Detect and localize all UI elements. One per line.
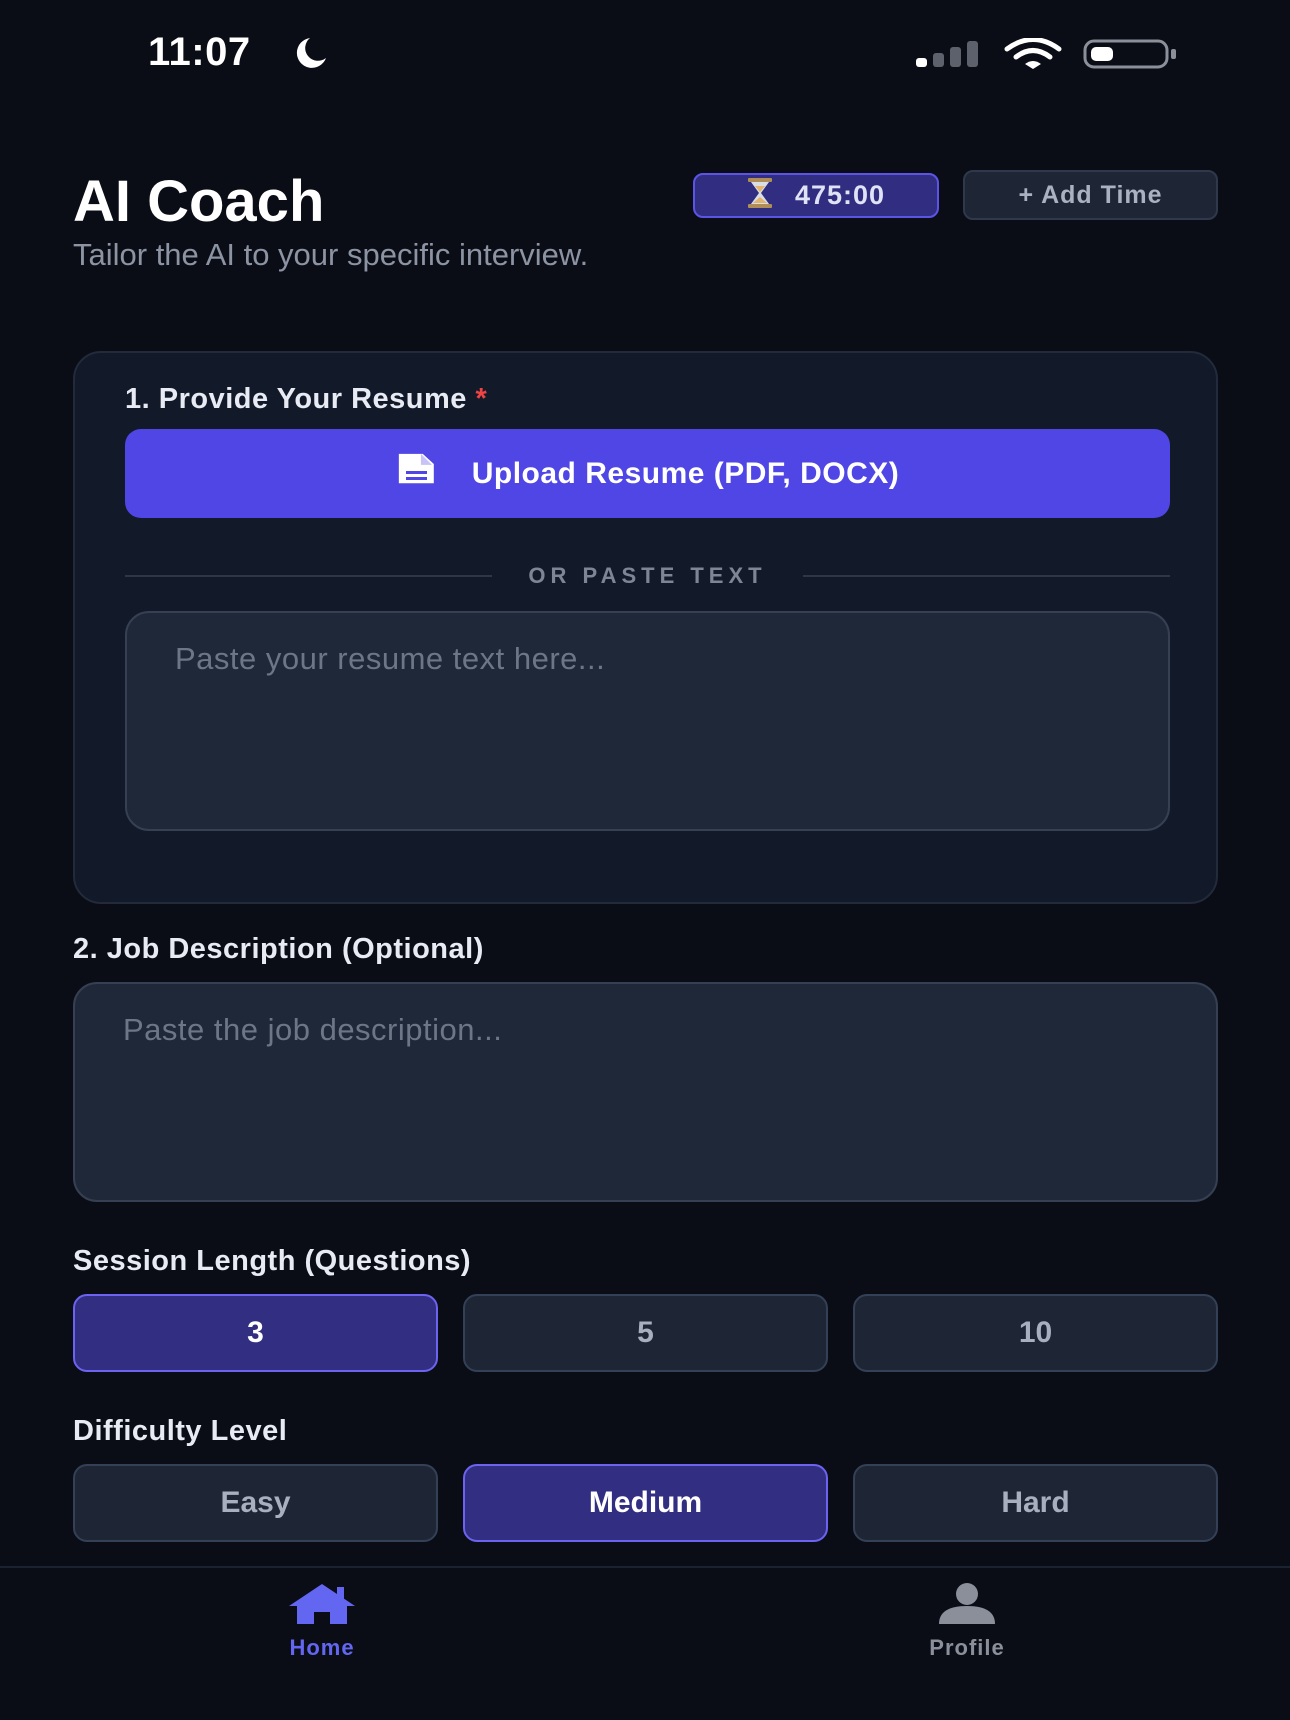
nav-item-profile[interactable]: Profile (887, 1582, 1047, 1661)
divider-line-right (802, 575, 1171, 577)
document-icon (396, 452, 438, 496)
nav-label-profile: Profile (929, 1635, 1005, 1660)
difficulty-option-easy[interactable]: Easy (73, 1464, 438, 1542)
hourglass-icon (747, 178, 773, 213)
required-mark: * (475, 383, 488, 415)
divider-line-left (125, 575, 493, 577)
job-description-placeholder: Paste the job description... (123, 1012, 503, 1047)
resume-text-input[interactable]: Paste your resume text here... (125, 611, 1170, 831)
signal-icon (914, 40, 984, 73)
page-subtitle: Tailor the AI to your specific interview… (73, 237, 589, 272)
page-title: AI Coach (73, 169, 325, 234)
difficulty-label: Difficulty Level (73, 1415, 288, 1447)
upload-resume-button[interactable]: Upload Resume (PDF, DOCX) (125, 429, 1170, 518)
bottom-nav: Home Profile (0, 1566, 1290, 1720)
nav-item-home[interactable]: Home (242, 1582, 402, 1661)
session-length-option-10[interactable]: 10 (853, 1294, 1218, 1372)
session-length-label: Session Length (Questions) (73, 1245, 472, 1277)
session-length-option-5[interactable]: 5 (463, 1294, 828, 1372)
session-length-option-3[interactable]: 3 (73, 1294, 438, 1372)
nav-label-home: Home (289, 1635, 355, 1660)
resume-section-label: 1. Provide Your Resume * (125, 383, 487, 416)
difficulty-option-hard[interactable]: Hard (853, 1464, 1218, 1542)
timer-value: 475:00 (794, 180, 886, 210)
timer-badge: 475:00 (693, 173, 939, 218)
resume-text-placeholder: Paste your resume text here... (175, 641, 606, 676)
wifi-icon (1003, 37, 1063, 75)
job-description-label: 2. Job Description (Optional) (73, 933, 484, 965)
moon-icon (288, 36, 328, 73)
upload-resume-label: Upload Resume (PDF, DOCX) (471, 456, 900, 490)
profile-icon (937, 1582, 997, 1631)
status-time: 11:07 (148, 30, 251, 74)
or-divider: OR PASTE TEXT (125, 561, 1171, 591)
job-description-input[interactable]: Paste the job description... (73, 982, 1218, 1202)
difficulty-option-medium[interactable]: Medium (463, 1464, 828, 1542)
divider-text: OR PASTE TEXT (528, 563, 767, 588)
battery-icon (1083, 39, 1179, 74)
status-bar: 11:07 (0, 0, 1290, 110)
home-icon (287, 1582, 357, 1631)
resume-card: 1. Provide Your Resume * Upload Resume (… (73, 351, 1218, 904)
resume-label-text: 1. Provide Your Resume (125, 383, 467, 415)
add-time-button[interactable]: + Add Time (963, 170, 1218, 220)
